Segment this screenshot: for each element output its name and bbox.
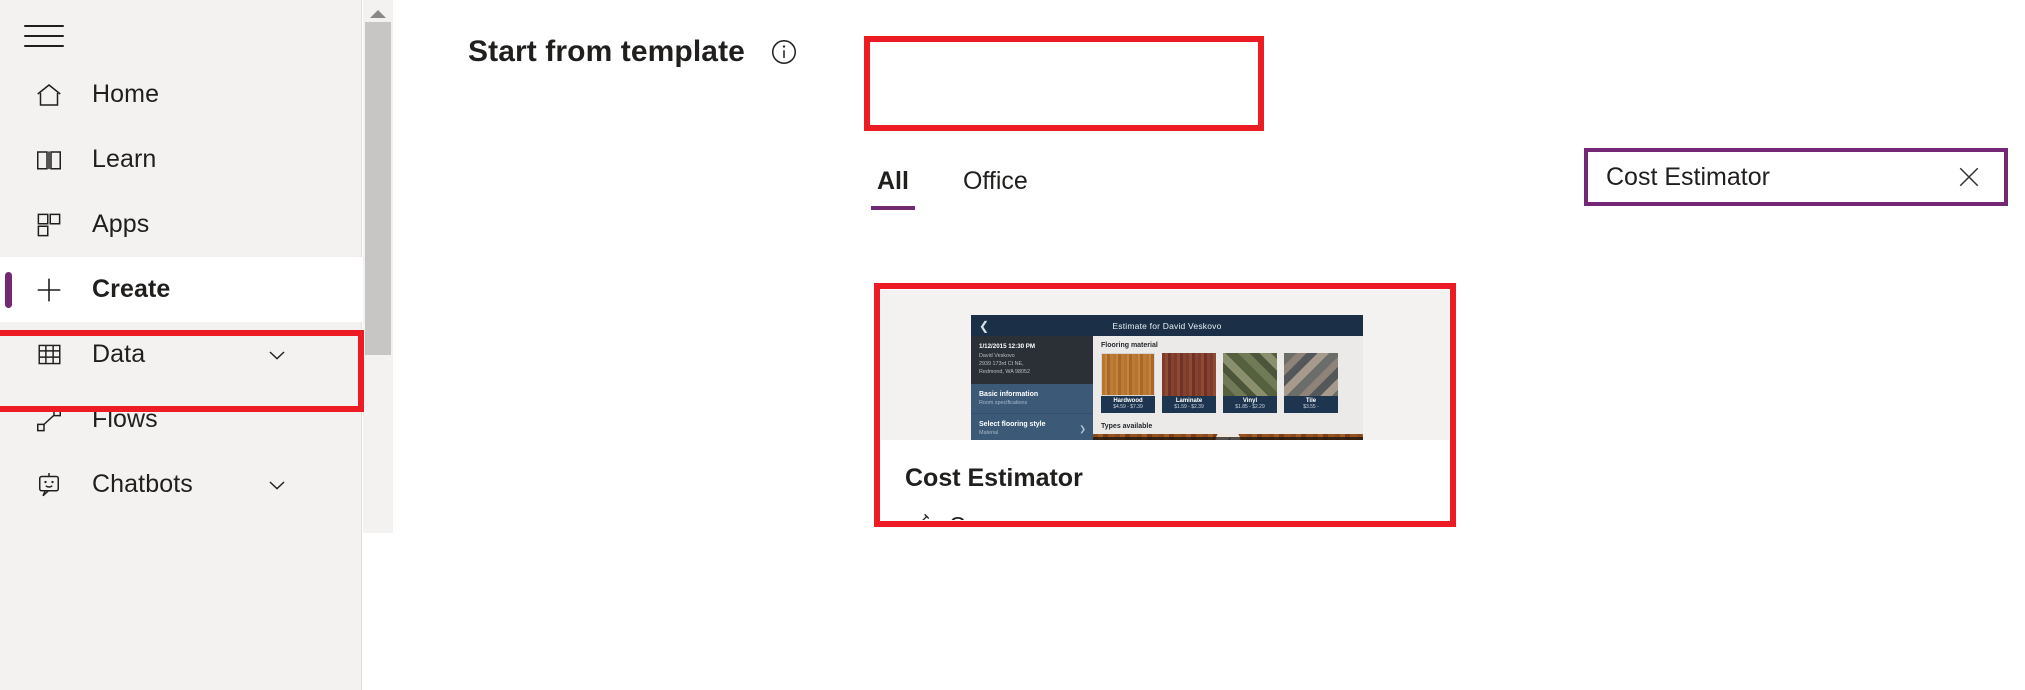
mockup-menu-row: Basic information Room specifications [971,384,1093,415]
swatch-caption: Laminate $1.59 - $2.39 [1162,396,1216,413]
sidebar-scrollbar-thumb[interactable] [365,22,391,355]
apps-grid-icon [28,204,70,246]
sidebar-item-label: Chatbots [92,470,193,498]
swatch-caption: Hardwood $4.59 - $7.39 [1101,396,1155,413]
mockup-menu-row-title: Select flooring style [979,421,1046,429]
chevron-down-icon[interactable] [264,472,290,498]
chevron-right-icon: ❯ [1079,424,1086,434]
mockup-meta-address1: 2939 173rd Ct NE, [979,360,1024,367]
mockup-app-title: Estimate for David Veskovo [1112,320,1222,331]
chatbot-icon [28,464,70,506]
sidebar-item-label: Apps [92,210,150,238]
swatch-price: $1.59 - $2.39 [1174,404,1204,410]
mockup-swatch: Tile $3.55 - [1284,353,1338,413]
mockup-swatch: Vinyl $1.85 - $2.29 [1223,353,1277,413]
hamburger-line [24,35,64,37]
mockup-meta-address2: Redmond, WA 98052 [979,368,1031,375]
mockup-swatch: Laminate $1.59 - $2.39 [1162,353,1216,413]
mockup-body: 1/12/2015 12:30 PM David Veskovo 2939 17… [971,336,1363,440]
sidebar-item-label: Learn [92,145,157,173]
swatch-image-tile [1284,353,1338,396]
hamburger-line [24,25,64,27]
chevron-left-icon: ❮ [979,318,990,333]
swatch-price: $1.85 - $2.29 [1235,404,1265,410]
search-input[interactable] [1606,152,1952,202]
mockup-swatch: Hardwood $4.59 - $7.39 [1101,353,1155,413]
paintbrush-icon [905,511,933,520]
swatch-caption: Vinyl $1.85 - $2.29 [1223,396,1277,413]
left-navigation-sidebar: Home Learn Apps Create Data Flows Chatbo… [0,0,362,690]
sidebar-item-learn[interactable]: Learn [0,127,362,192]
template-filter-tabs: All Office [871,165,1034,210]
mockup-material-preview: ✓ Bolivian Rosewood $7.39/sq ft [1093,434,1363,440]
sidebar-item-chatbots[interactable]: Chatbots [0,452,362,517]
mockup-section-label: Flooring material [1101,342,1158,349]
page-title: Start from template [468,35,745,68]
template-card-type: Canvas app [905,511,1449,520]
template-thumbnail: ❮ Estimate for David Veskovo 1/12/2015 1… [881,290,1449,440]
menu-hamburger-icon[interactable] [24,16,70,56]
main-content-area: Start from template All Office ❮ Estimat… [394,0,2025,690]
chevron-down-icon[interactable] [264,342,290,368]
mockup-meta-datetime: 1/12/2015 12:30 PM [979,343,1036,350]
mockup-right-panel: Flooring material Hardwood $4.59 - $7.39 [1093,336,1363,440]
mockup-menu-row-subtitle: Room specifications [979,400,1028,407]
sidebar-item-label: Data [92,340,146,368]
mockup-menu-row-title: Basic information [979,391,1039,399]
app-root: Home Learn Apps Create Data Flows Chatbo… [0,0,2025,690]
close-x-icon[interactable] [1952,160,1986,194]
template-search-box[interactable] [1584,148,2008,206]
info-circle-icon[interactable] [769,37,799,67]
mockup-types-label: Types available [1093,419,1363,434]
mockup-menu-row: Select flooring style Material ❯ [971,414,1093,440]
flows-icon [28,399,70,441]
sidebar-nav-list: Home Learn Apps Create Data Flows Chatbo… [0,62,362,517]
template-preview-mockup: ❮ Estimate for David Veskovo 1/12/2015 1… [971,315,1363,440]
sidebar-item-label: Create [92,275,171,303]
swatch-image-hardwood [1101,353,1155,396]
template-card-cost-estimator[interactable]: ❮ Estimate for David Veskovo 1/12/2015 1… [881,290,1449,520]
template-card-meta: Cost Estimator Canvas app [881,440,1449,520]
mockup-meta-name: David Veskovo [979,353,1015,359]
sidebar-item-label: Flows [92,405,158,433]
tab-all[interactable]: All [871,165,915,210]
sidebar-item-data[interactable]: Data [0,322,362,387]
swatch-image-laminate [1162,353,1216,396]
section-header: Start from template [468,35,799,69]
mockup-material-swatches: Hardwood $4.59 - $7.39 Laminate $1.59 - … [1093,353,1363,419]
home-icon [28,74,70,116]
book-icon [28,139,70,181]
sidebar-item-create[interactable]: Create [0,257,362,322]
swatch-price: $4.59 - $7.39 [1113,404,1143,410]
section-title-highlight [864,36,1264,131]
swatch-image-vinyl [1223,353,1277,396]
mockup-estimate-meta: 1/12/2015 12:30 PM David Veskovo 2939 17… [971,336,1093,385]
mockup-menu-row-subtitle: Material [979,430,999,437]
sidebar-item-apps[interactable]: Apps [0,192,362,257]
hamburger-line [24,45,64,47]
sidebar-item-flows[interactable]: Flows [0,387,362,452]
sidebar-item-label: Home [92,80,160,108]
tab-office[interactable]: Office [957,165,1034,210]
mockup-left-panel: 1/12/2015 12:30 PM David Veskovo 2939 17… [971,336,1093,440]
swatch-caption: Tile $3.55 - [1284,396,1338,413]
mockup-topbar: ❮ Estimate for David Veskovo [971,315,1363,336]
caret-up-icon[interactable] [364,6,392,22]
swatch-price: $3.55 - [1303,404,1319,410]
selection-indicator [5,271,12,308]
plus-icon [28,269,70,311]
template-card-type-label: Canvas app [949,512,1072,521]
table-icon [28,334,70,376]
mockup-preview-footer: Bolivian Rosewood $7.39/sq ft [1093,437,1363,440]
sidebar-item-home[interactable]: Home [0,62,362,127]
template-card-title: Cost Estimator [905,464,1083,492]
